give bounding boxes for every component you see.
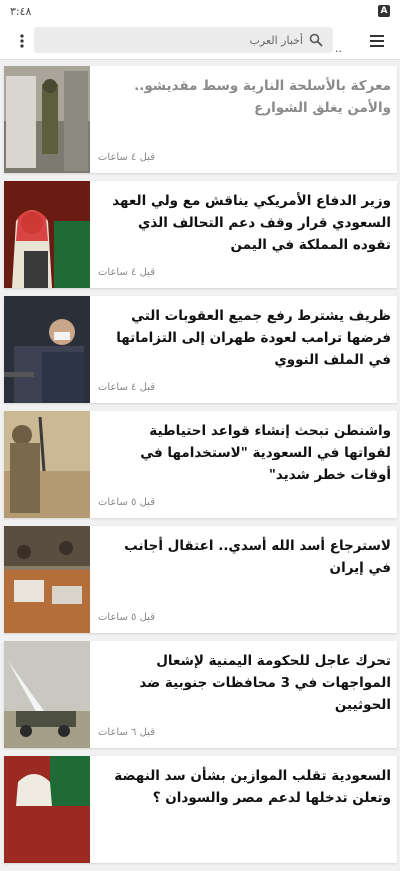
article-time: قبل ٤ ساعات (98, 152, 155, 163)
article-thumbnail (4, 181, 90, 288)
article-card[interactable]: وزير الدفاع الأمريكي يناقش مع ولي العهد … (4, 181, 397, 288)
news-feed: معركة بالأسلحة النارية وسط مقديشو.. والأ… (4, 66, 397, 871)
search-icon (309, 33, 323, 47)
article-card[interactable]: معركة بالأسلحة النارية وسط مقديشو.. والأ… (4, 66, 397, 173)
article-thumbnail (4, 66, 90, 173)
article-time: قبل ٤ ساعات (98, 382, 155, 393)
article-card[interactable]: ظريف يشترط رفع جميع العقوبات التي فرضها … (4, 296, 397, 403)
article-card[interactable]: السعودية تقلب الموازين بشأن سد النهضة وت… (4, 756, 397, 863)
article-thumbnail (4, 526, 90, 633)
status-time: ٣:٤٨ (10, 4, 32, 18)
article-thumbnail (4, 411, 90, 518)
status-indicator-icon: A (378, 5, 390, 17)
article-time: قبل ٦ ساعات (98, 727, 155, 738)
more-vert-icon[interactable] (8, 27, 36, 55)
top-toolbar: أخبار العرب .. (0, 22, 400, 60)
article-title: تحرك عاجل للحكومة اليمنية لإشعال المواجه… (139, 653, 391, 713)
article-thumbnail (4, 756, 90, 863)
article-time: قبل ٤ ساعات (98, 267, 155, 278)
article-title: السعودية تقلب الموازين بشأن سد النهضة وت… (114, 768, 391, 806)
search-input[interactable]: أخبار العرب (250, 34, 303, 47)
article-thumbnail (4, 641, 90, 748)
article-title: معركة بالأسلحة النارية وسط مقديشو.. والأ… (134, 78, 391, 116)
article-time: قبل ٥ ساعات (98, 497, 155, 508)
article-title: لاسترجاع أسد الله أسدي.. اعتقال أجانب في… (124, 538, 391, 576)
toolbar-dots: .. (335, 42, 342, 55)
article-card[interactable]: لاسترجاع أسد الله أسدي.. اعتقال أجانب في… (4, 526, 397, 633)
article-title: وزير الدفاع الأمريكي يناقش مع ولي العهد … (112, 193, 391, 253)
article-card[interactable]: تحرك عاجل للحكومة اليمنية لإشعال المواجه… (4, 641, 397, 748)
status-bar: ٣:٤٨ A (0, 0, 400, 22)
article-card[interactable]: واشنطن تبحث إنشاء قواعد احتياطية لقواتها… (4, 411, 397, 518)
hamburger-menu-icon[interactable] (364, 28, 390, 54)
article-time: قبل ٥ ساعات (98, 612, 155, 623)
article-title: ظريف يشترط رفع جميع العقوبات التي فرضها … (116, 308, 391, 368)
search-bar[interactable]: أخبار العرب (34, 27, 333, 53)
article-thumbnail (4, 296, 90, 403)
article-title: واشنطن تبحث إنشاء قواعد احتياطية لقواتها… (140, 423, 391, 483)
